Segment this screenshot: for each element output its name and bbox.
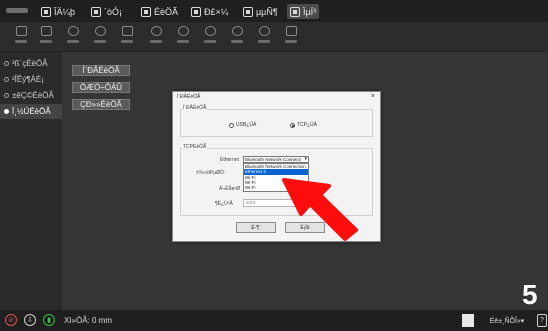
connection-group-label: Í¨ÐÅÉèÖÃ	[182, 105, 208, 111]
origin-icon	[204, 26, 216, 36]
ethernet-label: Ethernet	[220, 157, 239, 163]
tool-home[interactable]	[37, 26, 55, 48]
tool-upload[interactable]	[255, 26, 273, 48]
gateway-label: Ä¬ÈÏÍø¹Ø	[219, 186, 240, 192]
pause-icon	[67, 26, 79, 36]
printer-icon	[91, 6, 101, 17]
usb-radio[interactable]: USB¿ÚÁ	[229, 122, 256, 128]
tool-document[interactable]	[118, 26, 136, 48]
upload-icon	[258, 26, 270, 36]
tool-forward[interactable]	[174, 26, 192, 48]
menu-print[interactable]: ´òÓ¡	[88, 4, 125, 19]
tool-back[interactable]	[147, 26, 165, 48]
switch-settings-button[interactable]: ÇÐ»»ÉèÖÃ	[72, 99, 130, 110]
house-icon	[285, 26, 297, 36]
tool-record[interactable]	[91, 26, 109, 48]
arrow-shape	[282, 178, 358, 241]
gear-icon	[141, 6, 151, 17]
device-selector[interactable]: Éè±¸ÑÕÎ» ▾	[480, 315, 534, 327]
file-icon	[41, 6, 51, 17]
document-icon	[121, 26, 133, 36]
system-icon	[290, 6, 300, 17]
position-readout: Xì»ÒÃ: 0 mm	[64, 316, 113, 325]
sidebar-item-detail[interactable]: Ï¸½ÚÉèÖÃ	[0, 104, 62, 119]
device-icon[interactable]: ⇩	[24, 314, 36, 326]
menu-file[interactable]: ÎÄ¼þ	[38, 4, 78, 19]
chevron-down-icon: ▾	[304, 156, 307, 162]
tool-house[interactable]	[282, 26, 300, 48]
menu-calibrate[interactable]: Ð£×¼	[188, 4, 231, 19]
menu-system[interactable]: ÏµÍ³	[287, 4, 320, 19]
sidebar: ³ß´çÉèÖÃ ²ÎÊý¶ÁÈ¡ ±êÇ©ÉèÖÃ Ï¸½ÚÉèÖÃ	[0, 52, 62, 310]
connection-icon[interactable]: ▮	[43, 314, 55, 326]
tcp-radio[interactable]: TCP¿ÚÁ	[290, 122, 317, 128]
radio-icon	[4, 77, 9, 82]
download-icon	[231, 26, 243, 36]
connection-group	[180, 109, 373, 137]
radio-icon	[4, 109, 9, 114]
radio-icon	[229, 122, 234, 128]
sidebar-item-size[interactable]: ³ß´çÉèÖÃ	[0, 56, 62, 71]
dialog-title: Í¨ÐÅÉèÖÃ	[177, 94, 201, 100]
preview-thumbnail	[462, 314, 474, 327]
stop-icon[interactable]: ⊘	[5, 314, 17, 326]
radio-icon	[4, 61, 9, 66]
menu-bar: ÎÄ¼þ ´òÓ¡ ÉèÖÃ Ð£×¼ µµÑ¶ ÏµÍ³	[0, 0, 548, 22]
chevron-down-icon: ▾	[520, 318, 525, 325]
tool-pause[interactable]	[64, 26, 82, 48]
toolbar	[0, 22, 548, 52]
close-icon[interactable]: ×	[371, 93, 375, 100]
comm-settings-button[interactable]: Í¨ÐÅÉèÖÃ	[72, 65, 130, 76]
home-icon	[40, 26, 52, 36]
tool-origin[interactable]	[201, 26, 219, 48]
printer-icon	[15, 26, 27, 36]
archive-icon	[243, 6, 253, 17]
port-label: ¶Ë¿ÚºÅ	[215, 201, 233, 207]
record-icon	[94, 26, 106, 36]
tcp-group-label: TCPÉèÖÃ	[182, 144, 208, 150]
status-bar: ⊘ ⇩ ▮ Xì»ÒÃ: 0 mm Éè±¸ÑÕÎ» ▾ ?	[0, 310, 548, 331]
second-settings-button[interactable]: ÖÆÓ÷ÔÀÛ	[72, 82, 130, 93]
pointer-arrow-icon	[282, 178, 358, 241]
ok-button[interactable]: È·¶¨	[236, 222, 276, 233]
back-icon	[150, 26, 162, 36]
menu-archive[interactable]: µµÑ¶	[240, 4, 281, 19]
menu-settings[interactable]: ÉèÖÃ	[138, 4, 181, 19]
sidebar-item-label[interactable]: ±êÇ©ÉèÖÃ	[0, 88, 62, 103]
radio-icon	[4, 93, 9, 98]
app-logo	[6, 8, 28, 13]
tool-printer[interactable]	[12, 26, 30, 48]
step-number: 5	[522, 279, 538, 310]
ip-label: ±¾»úIPµØÖ·	[196, 170, 226, 176]
tool-download[interactable]	[228, 26, 246, 48]
adapter-select[interactable]: Bluetooth Network Connecti ▾	[243, 156, 309, 163]
forward-icon	[177, 26, 189, 36]
sidebar-item-params[interactable]: ²ÎÊý¶ÁÈ¡	[0, 72, 62, 87]
radio-selected-icon	[290, 122, 295, 128]
calibrate-icon	[191, 6, 201, 17]
help-icon[interactable]: ?	[537, 314, 547, 327]
